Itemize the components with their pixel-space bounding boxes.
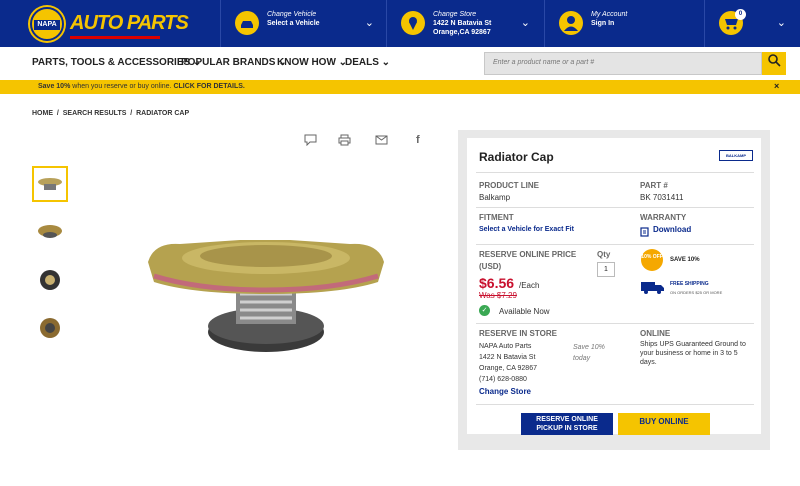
free-shipping-text: FREE SHIPPING bbox=[670, 281, 709, 287]
napa-logo[interactable]: NAPA AUTO PARTS bbox=[30, 7, 189, 41]
logo-disc-text: NAPA bbox=[34, 20, 60, 30]
qty-label: Qty bbox=[597, 250, 611, 259]
product-panel: Radiator Cap BALKAMP PRODUCT LINE Balkam… bbox=[458, 130, 770, 450]
nav-know-how[interactable]: KNOW HOW ⌄ bbox=[277, 57, 347, 68]
availability-text: Available Now bbox=[499, 307, 550, 316]
price-per: /Each bbox=[519, 281, 540, 290]
cart-count-badge: 0 bbox=[735, 9, 746, 20]
change-store-link[interactable]: Change Store bbox=[479, 387, 531, 396]
promo-banner[interactable]: Save 10% when you reserve or buy online.… bbox=[0, 80, 800, 94]
car-icon bbox=[235, 11, 259, 35]
location-pin-icon bbox=[401, 11, 425, 35]
fitment-label: FITMENT bbox=[479, 213, 514, 222]
online-label: ONLINE bbox=[640, 329, 671, 338]
promo-bold: Save 10% bbox=[38, 83, 71, 90]
price-label: RESERVE ONLINE PRICE bbox=[479, 250, 577, 259]
nav-parts-tools[interactable]: PARTS, TOOLS & ACCESSORIES ⌄ bbox=[32, 57, 201, 68]
reserve-btn-line-2: PICKUP IN STORE bbox=[536, 425, 598, 432]
store-street: 1422 N Batavia St bbox=[479, 354, 536, 361]
cart[interactable]: 0 ⌄ bbox=[704, 0, 800, 47]
was-price: Was $7.29 bbox=[479, 291, 517, 300]
divider bbox=[476, 404, 754, 405]
store-address-1: 1422 N Batavia St bbox=[433, 20, 492, 27]
napa-logo-disc: NAPA bbox=[30, 7, 64, 41]
save-text: SAVE 10% bbox=[670, 257, 700, 263]
product-card: Radiator Cap BALKAMP PRODUCT LINE Balkam… bbox=[467, 138, 761, 435]
nav-deals[interactable]: DEALS ⌄ bbox=[345, 57, 390, 68]
my-account-title: My Account bbox=[591, 11, 628, 18]
online-text-3: days. bbox=[640, 359, 657, 366]
online-text-2: your business or home in 3 to 5 bbox=[640, 350, 738, 357]
online-text-1: Ships UPS Guaranteed Ground to bbox=[640, 341, 746, 348]
store-save-text: Save 10% today bbox=[573, 344, 605, 362]
logo-wordmark: AUTO PARTS bbox=[70, 12, 189, 34]
print-icon[interactable] bbox=[338, 134, 351, 149]
my-account[interactable]: My Account Sign In bbox=[544, 0, 706, 47]
breadcrumb-home[interactable]: HOME bbox=[32, 110, 53, 117]
reserve-btn-line-1: RESERVE ONLINE bbox=[536, 416, 598, 423]
reserve-store-label: RESERVE IN STORE bbox=[479, 329, 557, 338]
product-line-value: Balkamp bbox=[479, 193, 511, 202]
email-icon[interactable] bbox=[375, 134, 388, 149]
part-number-label: PART # bbox=[640, 181, 668, 190]
divider bbox=[476, 207, 754, 208]
logo-underline bbox=[70, 36, 160, 39]
divider bbox=[476, 323, 754, 324]
free-shipping-sub: ON ORDERS $25 OR MORE bbox=[670, 290, 723, 295]
chevron-down-icon: ⌄ bbox=[776, 17, 786, 29]
price-value: $6.56 bbox=[479, 275, 515, 291]
close-icon[interactable]: × bbox=[774, 81, 779, 91]
store-name: NAPA Auto Parts bbox=[479, 343, 532, 350]
part-number-value: BK 7031411 bbox=[640, 193, 684, 202]
site-header: NAPA AUTO PARTS Change Vehicle Select a … bbox=[0, 0, 800, 47]
nav-popular-brands[interactable]: POPULAR BRANDS ⌄ bbox=[181, 57, 287, 68]
thumbnail-4[interactable] bbox=[32, 310, 68, 346]
comment-icon[interactable] bbox=[304, 134, 317, 149]
facebook-icon[interactable]: f bbox=[416, 134, 420, 146]
sign-in-link[interactable]: Sign In bbox=[591, 19, 614, 28]
store-phone: (714) 628-0880 bbox=[479, 376, 527, 383]
promo-body: when you reserve or buy online. bbox=[70, 83, 174, 90]
chevron-down-icon: ⌄ bbox=[520, 17, 530, 29]
divider bbox=[476, 244, 754, 245]
change-store[interactable]: Change Store 1422 N Batavia St Orange,CA… bbox=[386, 0, 544, 47]
search-placeholder: Enter a product name or a part # bbox=[493, 59, 595, 66]
document-icon bbox=[640, 224, 650, 237]
search-button[interactable] bbox=[762, 52, 786, 75]
breadcrumb-current: RADIATOR CAP bbox=[136, 110, 190, 117]
buy-online-button[interactable]: BUY ONLINE bbox=[618, 413, 710, 435]
breadcrumb-search-results[interactable]: SEARCH RESULTS bbox=[63, 110, 127, 117]
warranty-download-link[interactable]: Download bbox=[653, 225, 691, 234]
thumbnail-2[interactable] bbox=[32, 214, 68, 250]
breadcrumb: HOME / SEARCH RESULTS / RADIATOR CAP bbox=[32, 110, 190, 117]
divider bbox=[476, 172, 754, 173]
product-line-label: PRODUCT LINE bbox=[479, 181, 539, 190]
search-icon bbox=[768, 54, 781, 67]
quantity-input[interactable]: 1 bbox=[597, 262, 615, 277]
warranty-label: WARRANTY bbox=[640, 213, 687, 222]
product-title: Radiator Cap bbox=[479, 150, 554, 164]
promo-cta[interactable]: CLICK FOR DETAILS. bbox=[173, 83, 244, 90]
store-city: Orange, CA 92867 bbox=[479, 365, 537, 372]
truck-icon bbox=[641, 280, 665, 294]
save-badge-icon: 10% OFF bbox=[641, 249, 663, 271]
change-vehicle-sub: Select a Vehicle bbox=[267, 20, 320, 27]
promo-text: Save 10% when you reserve or buy online.… bbox=[38, 83, 245, 90]
main-nav: PARTS, TOOLS & ACCESSORIES ⌄ POPULAR BRA… bbox=[0, 47, 800, 80]
thumbnail-1[interactable] bbox=[32, 166, 68, 202]
change-vehicle[interactable]: Change Vehicle Select a Vehicle ⌄ bbox=[220, 0, 388, 47]
brand-logo: BALKAMP bbox=[719, 150, 753, 161]
change-vehicle-title: Change Vehicle bbox=[267, 11, 317, 18]
thumbnail-3[interactable] bbox=[32, 262, 68, 298]
check-icon: ✓ bbox=[479, 305, 490, 316]
fitment-link[interactable]: Select a Vehicle for Exact Fit bbox=[479, 226, 574, 233]
search-input[interactable]: Enter a product name or a part # bbox=[484, 52, 762, 75]
reserve-online-button[interactable]: RESERVE ONLINE PICKUP IN STORE bbox=[521, 413, 613, 435]
user-icon bbox=[559, 11, 583, 35]
change-store-title: Change Store bbox=[433, 11, 477, 18]
chevron-down-icon: ⌄ bbox=[364, 17, 374, 29]
product-image bbox=[148, 240, 384, 352]
store-address-2: Orange,CA 92867 bbox=[433, 29, 491, 36]
price-unit: (USD) bbox=[479, 262, 502, 271]
